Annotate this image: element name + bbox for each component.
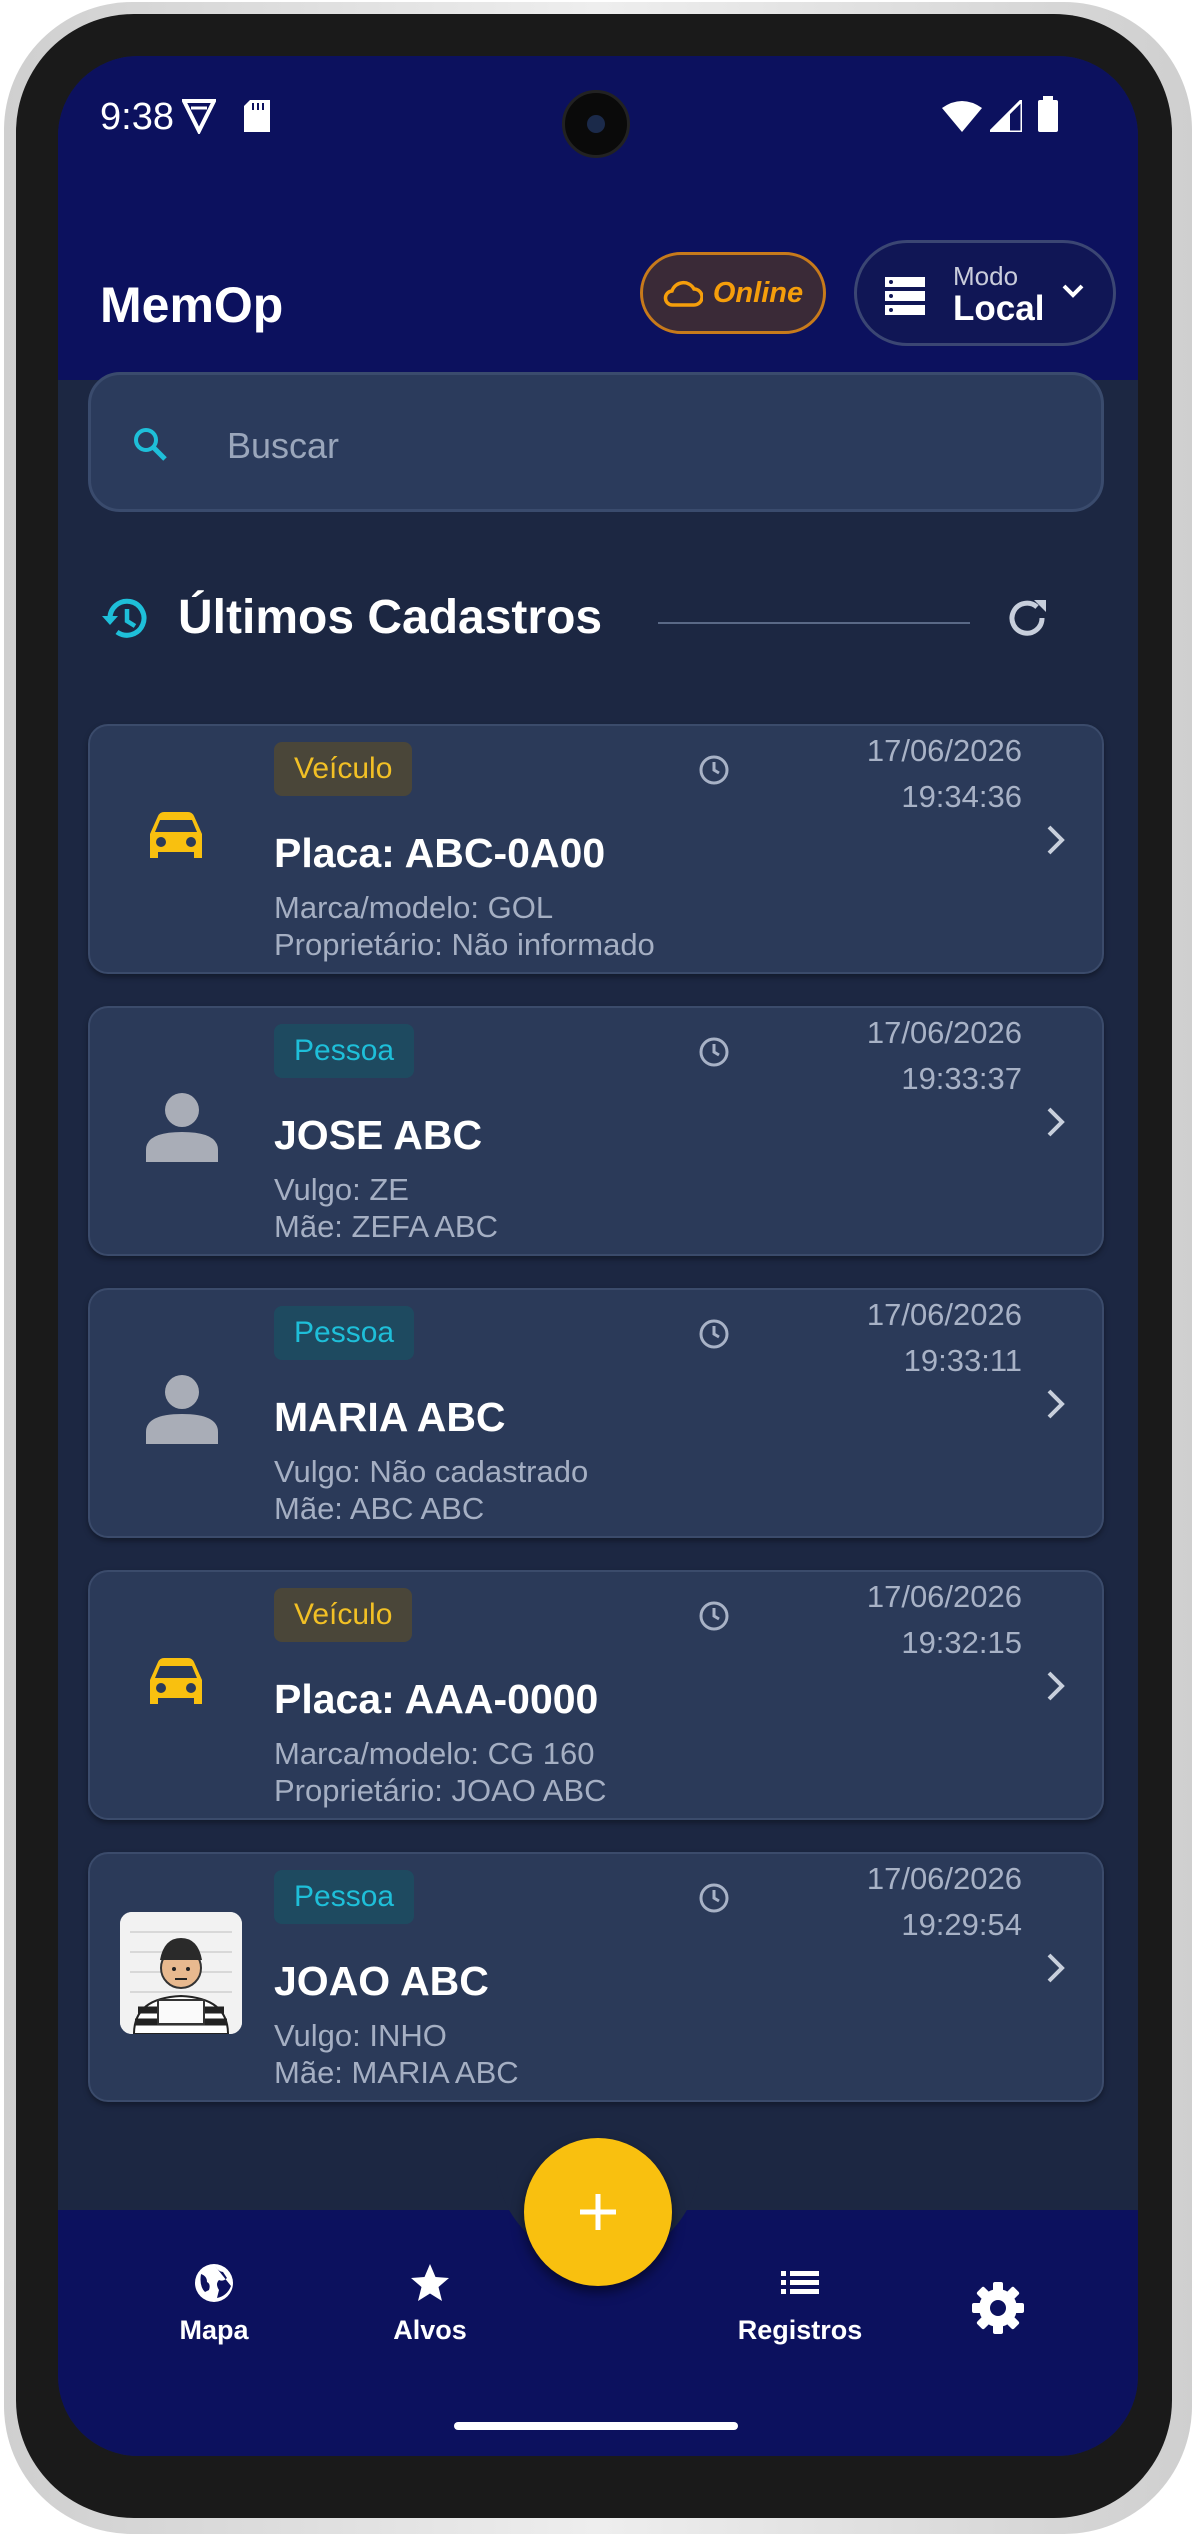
app-title: MemOp [100,277,284,333]
record-timestamp: 17/06/2026 19:29:54 [867,1856,1022,1948]
clock-icon [698,1318,730,1355]
record-detail-1: Marca/modelo: CG 160 [274,1736,595,1771]
chevron-right-icon [1046,1670,1066,1707]
person-icon [146,1092,218,1167]
chevron-right-icon [1046,1952,1066,1989]
mugshot-photo [120,1912,242,2034]
nav-label-registros: Registros [737,2315,863,2345]
record-date: 17/06/2026 [866,1579,1022,1614]
chevron-right-icon [1046,1388,1066,1425]
plus-icon [580,2194,616,2230]
record-detail-1: Vulgo: INHO [274,2018,447,2053]
star-icon [411,2264,449,2301]
mode-value: Local [953,289,1045,328]
record-detail-1: Vulgo: ZE [274,1172,409,1207]
clock-icon [698,1882,730,1919]
car-icon [146,1656,206,1715]
battery-icon [1038,96,1058,137]
nav-item-settings[interactable] [898,2280,1098,2341]
chevron-down-icon [1061,283,1085,304]
mode-selector[interactable]: Modo Local [854,240,1116,346]
front-camera [562,90,630,158]
nav-label-mapa: Mapa [179,2315,249,2345]
cloud-icon [663,280,703,307]
record-detail-2: Mãe: ABC ABC [274,1491,485,1526]
record-detail-1: Vulgo: Não cadastrado [274,1454,589,1489]
app-screen: 9:38 MemOp Online Modo Local Buscar Últi… [58,56,1138,2456]
nav-item-registros[interactable]: Registros [700,2262,900,2346]
mode-label: Modo [953,261,1019,291]
list-icon [781,2271,819,2294]
record-date: 17/06/2026 [866,1861,1022,1896]
sd-card-icon [244,100,270,137]
record-detail-2: Mãe: MARIA ABC [274,2055,519,2090]
online-status-button[interactable]: Online [640,252,826,334]
record-timestamp: 17/06/2026 19:33:37 [867,1010,1022,1102]
nav-item-mapa[interactable]: Mapa [114,2262,314,2346]
storage-icon [885,277,925,320]
record-timestamp: 17/06/2026 19:33:11 [867,1292,1022,1384]
chevron-right-icon [1046,824,1066,861]
history-icon [98,592,152,651]
person-icon [146,1374,218,1449]
record-title: JOSE ABC [274,1112,483,1158]
record-card[interactable]: Pessoa 17/06/2026 19:33:11 MARIA ABC Vul… [88,1288,1104,1538]
record-type-badge: Pessoa [274,1870,415,1924]
record-title: JOAO ABC [274,1958,489,2004]
record-time: 19:33:11 [903,1343,1022,1378]
record-type-badge: Pessoa [274,1306,415,1360]
record-title: Placa: AAA-0000 [274,1676,599,1722]
record-card[interactable]: Pessoa 17/06/2026 19:29:54 JOAO ABC Vulg… [88,1852,1104,2102]
record-time: 19:29:54 [901,1907,1022,1942]
status-bar: 9:38 [58,56,1138,176]
record-time: 19:33:37 [901,1061,1022,1096]
nav-item-alvos[interactable]: Alvos [330,2262,530,2346]
record-time: 19:32:15 [901,1625,1022,1660]
app-bar: MemOp Online Modo Local [58,176,1138,380]
nav-label-alvos: Alvos [393,2315,467,2345]
record-detail-2: Proprietário: JOAO ABC [274,1773,607,1808]
search-icon [131,425,169,468]
cell-signal-icon [986,96,1024,137]
record-date: 17/06/2026 [866,1297,1022,1332]
record-card[interactable]: Pessoa 17/06/2026 19:33:37 JOSE ABC Vulg… [88,1006,1104,1256]
chevron-right-icon [1046,1106,1066,1143]
search-field[interactable]: Buscar [88,372,1104,512]
record-title: MARIA ABC [274,1394,506,1440]
record-title: Placa: ABC-0A00 [274,830,606,876]
home-indicator[interactable] [454,2422,738,2430]
refresh-icon[interactable] [1004,594,1052,647]
record-timestamp: 17/06/2026 19:34:36 [867,728,1022,820]
record-detail-2: Mãe: ZEFA ABC [274,1209,498,1244]
globe-icon [195,2264,233,2302]
clock-icon [698,754,730,791]
search-placeholder: Buscar [227,425,340,466]
record-time: 19:34:36 [901,779,1022,814]
online-status-label: Online [712,276,804,309]
record-card[interactable]: Veículo 17/06/2026 19:32:15 Placa: AAA-0… [88,1570,1104,1820]
wifi-icon [942,100,982,137]
section-divider [658,622,970,624]
car-icon [146,810,206,869]
record-type-badge: Veículo [274,742,413,796]
clock-icon [698,1036,730,1073]
vpn-shield-icon [180,98,218,139]
gear-icon [972,2282,1024,2334]
status-time: 9:38 [100,96,174,138]
record-type-badge: Veículo [274,1588,413,1642]
record-card[interactable]: Veículo 17/06/2026 19:34:36 Placa: ABC-0… [88,724,1104,974]
record-timestamp: 17/06/2026 19:32:15 [867,1574,1022,1666]
clock-icon [698,1600,730,1637]
record-date: 17/06/2026 [866,1015,1022,1050]
section-title: Últimos Cadastros [178,591,603,644]
record-detail-2: Proprietário: Não informado [274,927,655,962]
record-detail-1: Marca/modelo: GOL [274,890,554,925]
record-type-badge: Pessoa [274,1024,415,1078]
record-date: 17/06/2026 [866,733,1022,768]
add-record-button[interactable] [524,2138,672,2286]
